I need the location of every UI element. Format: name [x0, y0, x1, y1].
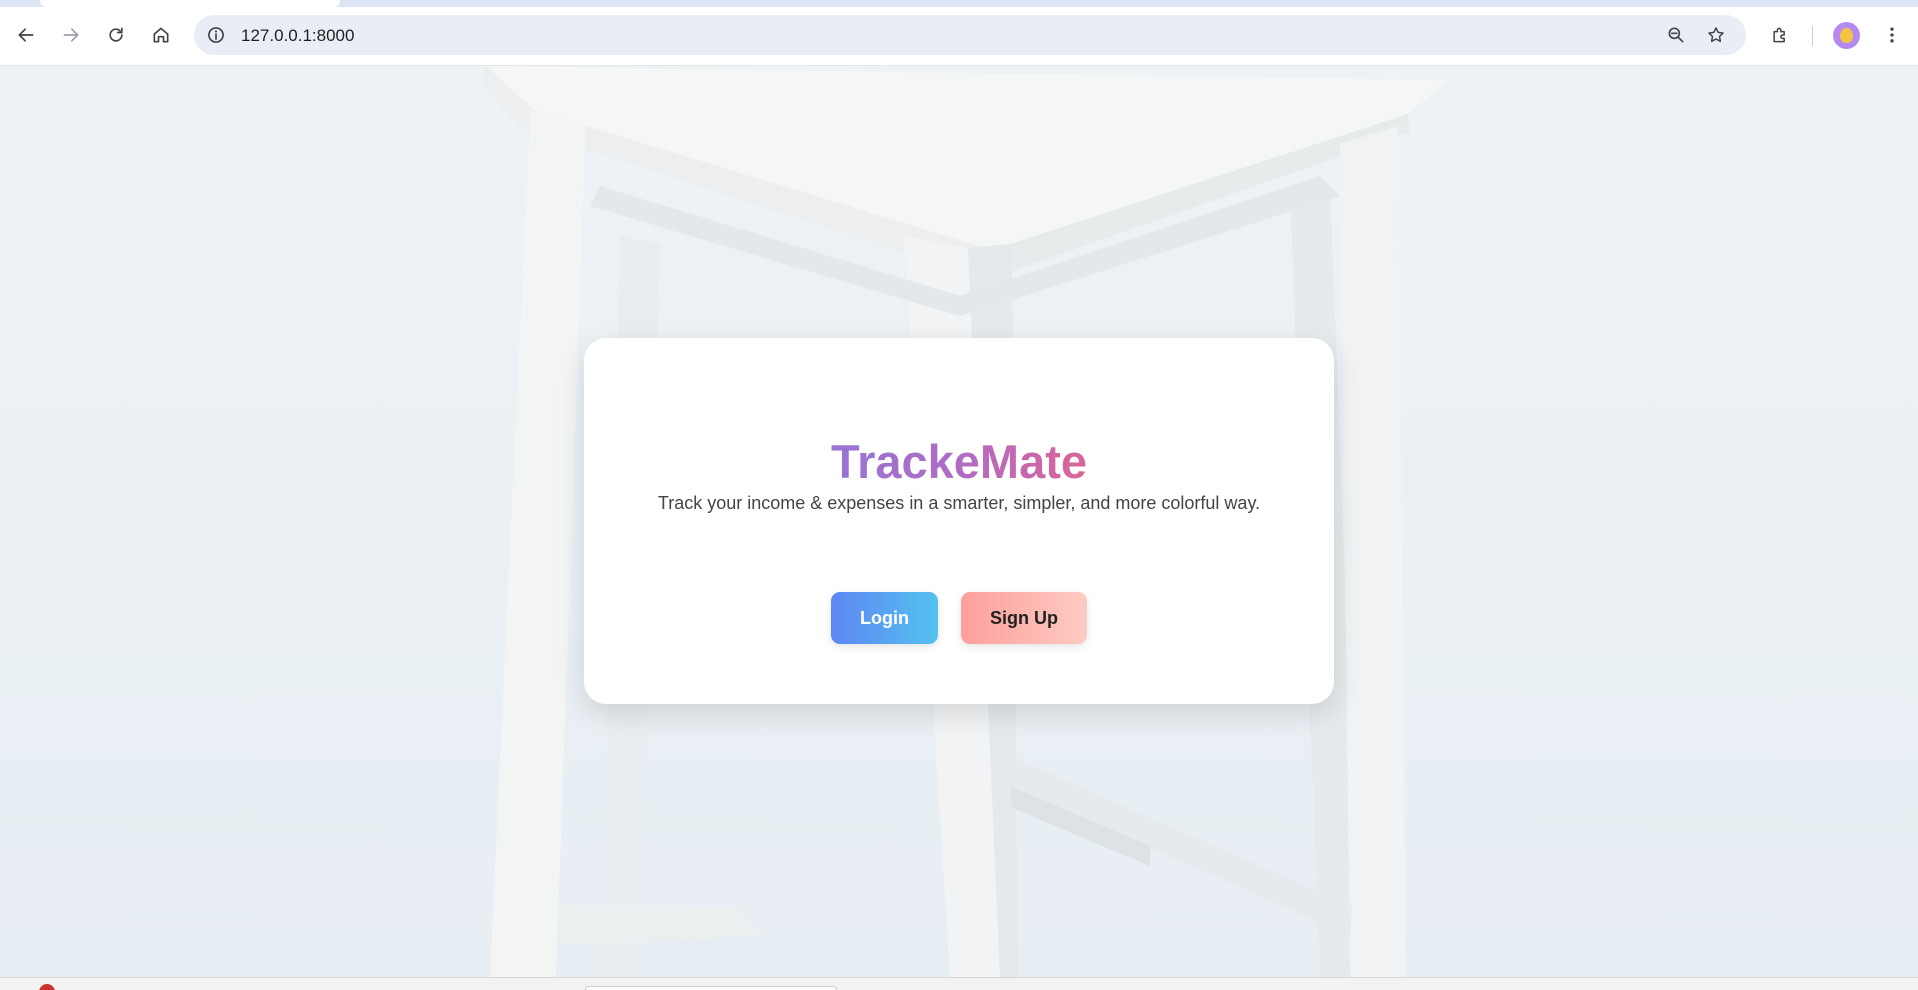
status-dot-icon — [39, 984, 55, 990]
home-icon — [153, 27, 169, 43]
reload-button[interactable] — [98, 17, 134, 53]
arrow-right-icon — [63, 28, 79, 42]
browser-toolbar: 127.0.0.1:8000 — [0, 7, 1918, 66]
app-title-text: TrackeMate — [830, 435, 1088, 488]
tagline: Track your income & expenses in a smarte… — [657, 493, 1261, 513]
page-viewport: TrackeMate Track your income & expenses … — [0, 66, 1918, 977]
app-title: TrackeMate — [584, 438, 1334, 485]
kebab-menu-icon — [1890, 27, 1894, 43]
address-bar[interactable]: 127.0.0.1:8000 — [194, 15, 1746, 55]
reload-icon — [109, 27, 123, 42]
bottom-bar — [0, 977, 1918, 990]
back-button[interactable] — [8, 17, 44, 53]
login-button[interactable]: Login — [831, 592, 938, 644]
info-icon[interactable] — [204, 23, 228, 47]
menu-button[interactable] — [1874, 17, 1910, 53]
tab-strip — [0, 0, 1918, 7]
avatar-face — [1840, 28, 1853, 43]
bottom-bar-item — [585, 986, 837, 990]
forward-button[interactable] — [53, 17, 89, 53]
avatar-icon[interactable] — [1833, 22, 1860, 49]
puzzle-icon — [1773, 27, 1785, 43]
welcome-card: TrackeMate Track your income & expenses … — [584, 338, 1334, 704]
url-text[interactable]: 127.0.0.1:8000 — [241, 26, 354, 46]
zoom-out-icon[interactable] — [1662, 21, 1690, 49]
star-icon[interactable] — [1702, 21, 1730, 49]
toolbar-separator — [1812, 26, 1813, 46]
home-button[interactable] — [143, 17, 179, 53]
arrow-left-icon — [18, 28, 34, 42]
signup-button[interactable]: Sign Up — [961, 592, 1087, 644]
active-tab[interactable] — [40, 0, 340, 7]
extensions-button[interactable] — [1762, 17, 1798, 53]
